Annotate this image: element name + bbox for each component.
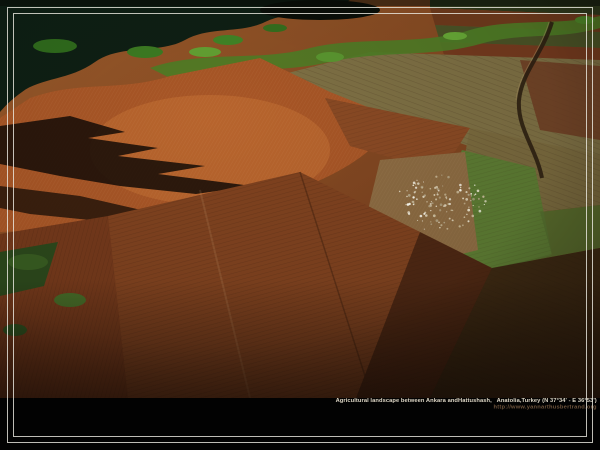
aerial-photo-art [0,0,600,398]
aerial-photo [0,0,600,398]
photo-caption: Agricultural landscape between Ankara an… [336,397,597,410]
caption-url: http://www.yannarthusbertrand.org [336,403,597,409]
vignette [0,0,600,398]
wallpaper: Agricultural landscape between Ankara an… [0,0,600,450]
